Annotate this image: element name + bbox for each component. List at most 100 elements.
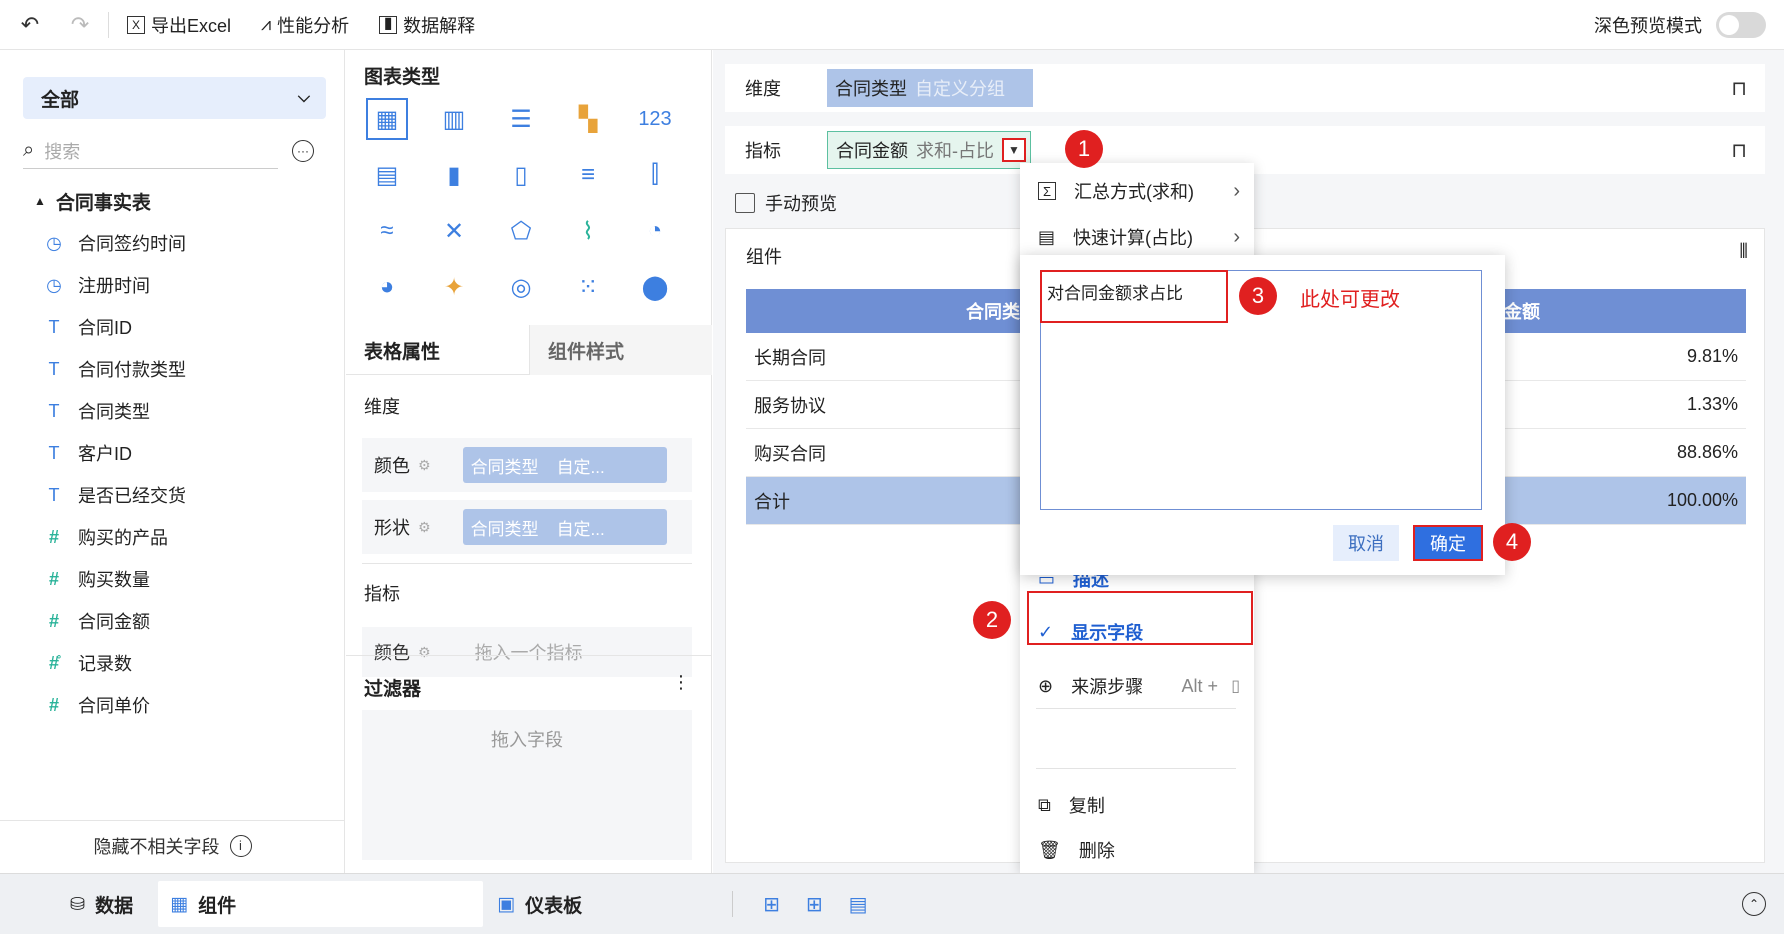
indicator-dropdown-button[interactable]: ▼ — [1002, 138, 1026, 162]
field-item[interactable]: T 合同付款类型 — [0, 348, 345, 390]
waterfall-chart-icon[interactable]: ⫿ — [634, 154, 676, 196]
perf-analysis-label: 性能分析 — [277, 15, 350, 36]
dimension-chip[interactable]: 合同类型 自定义分组 — [827, 69, 1033, 107]
tab-data[interactable]: ⛁ 数据 — [0, 881, 133, 927]
detail-table-icon[interactable]: ☰ — [500, 98, 542, 140]
confirm-button[interactable]: 确定 — [1413, 525, 1483, 561]
bar-chart-icon[interactable]: ▮ — [433, 154, 475, 196]
line-chart-icon[interactable]: ≈ — [366, 210, 408, 252]
field-item[interactable]: T 是否已经交货 — [0, 474, 345, 516]
grouped-bar-icon[interactable]: ▤ — [366, 154, 408, 196]
crosstab-chart-icon[interactable]: ▥ — [433, 98, 475, 140]
pie-chart-icon[interactable]: ◕ — [366, 266, 408, 308]
indicator-chip[interactable]: 合同金额 求和-占比 ▼ — [827, 131, 1031, 169]
table-chart-icon[interactable]: ▦ — [366, 98, 408, 140]
tab-table-props[interactable]: 表格属性 — [346, 325, 529, 375]
database-icon: ⛁ — [70, 893, 86, 914]
settings-icon[interactable]: ⚙ — [418, 644, 431, 661]
menu-delete[interactable]: 🗑 删除 — [1020, 828, 1254, 872]
hide-unrelated-fields[interactable]: 隐藏不相关字段 i — [0, 820, 345, 870]
field-item[interactable]: #̊ 记录数 — [0, 642, 345, 684]
lock-icon[interactable]: ⊓ — [1731, 138, 1747, 163]
field-item[interactable]: T 客户ID — [0, 432, 345, 474]
radar-line-icon[interactable]: ✕ — [433, 210, 475, 252]
tab-comp-style[interactable]: 组件样式 — [529, 325, 712, 375]
rose-chart-icon[interactable]: ✦ — [433, 266, 475, 308]
field-item[interactable]: # 合同金额 — [0, 600, 345, 642]
add-dashboard-icon[interactable]: ⊞ — [806, 892, 823, 917]
filter-title: 过滤器 — [364, 679, 422, 700]
field-item[interactable]: # 购买的产品 — [0, 516, 345, 558]
perf-analysis-button[interactable]: ⩘ 性能分析 — [261, 12, 349, 38]
donut-chart-icon[interactable]: ◎ — [500, 266, 542, 308]
collapse-up-icon[interactable]: ⌃ — [1742, 892, 1766, 916]
count-type-icon: #̊ — [48, 652, 59, 673]
scatter-chart-icon[interactable]: ⁙ — [567, 266, 609, 308]
field-item[interactable]: # 合同单价 — [0, 684, 345, 726]
field-scope-select[interactable]: 全部 ⌵ — [23, 77, 326, 119]
more-vertical-icon[interactable]: ⋮ — [672, 672, 690, 693]
pivot-chart-icon[interactable]: ▚ — [567, 98, 609, 140]
indicator-color-row[interactable]: 颜色 ⚙ 拖入一个指标 — [362, 627, 692, 677]
search-placeholder: 搜索 — [44, 141, 81, 162]
settings-icon[interactable]: ⚙ — [418, 519, 431, 536]
tab-component[interactable]: ▦ 组件 — [158, 881, 484, 927]
field-item[interactable]: T 合同类型 — [0, 390, 345, 432]
settings-icon[interactable]: ⚙ — [418, 457, 431, 474]
bubble-chart-icon[interactable]: ⬤ — [634, 266, 676, 308]
manual-preview-checkbox[interactable] — [735, 193, 755, 213]
field-item[interactable]: # 购买数量 — [0, 558, 345, 600]
filter-drop-zone[interactable]: 拖入字段 — [362, 710, 692, 860]
filter-divider — [346, 655, 712, 656]
redo-icon[interactable]: ↷ — [66, 11, 94, 39]
barcode-icon[interactable]: ⦀ — [1739, 241, 1748, 264]
manual-preview[interactable]: 手动预览 — [735, 190, 837, 216]
chevron-right-icon: › — [1233, 225, 1240, 248]
search-input[interactable]: ⌕ 搜索 — [23, 133, 278, 169]
export-excel-button[interactable]: X 导出Excel — [127, 12, 231, 38]
radar-chart-icon[interactable]: ⬠ — [500, 210, 542, 252]
menu-divider — [1036, 708, 1236, 709]
menu-agg[interactable]: Σ 汇总方式(求和) › — [1020, 169, 1254, 213]
properties-panel: 图表类型 ▦ ▥ ☰ ▚ 123 ▤ ▮ ▯ ≡ ⫿ ≈ ✕ ⬠ ⌇ ◔ ◕ ✦… — [346, 50, 712, 873]
cancel-button[interactable]: 取消 — [1333, 525, 1399, 561]
color-field-chip[interactable]: 合同类型 自定... — [462, 447, 667, 483]
number-type-icon: # — [48, 610, 59, 631]
menu-copy[interactable]: ⧉ 复制 — [1020, 783, 1254, 827]
table-node[interactable]: ▲ 合同事实表 — [0, 180, 345, 222]
data-explain-button[interactable]: ▮ 数据解释 — [379, 12, 475, 38]
indicator-section-label: 指标 — [364, 584, 400, 604]
color-row[interactable]: 颜色 ⚙ 合同类型 自定... — [362, 438, 692, 492]
tab-dashboard[interactable]: ▣ 仪表板 — [483, 881, 582, 927]
lock-icon[interactable]: ⊓ — [1731, 76, 1747, 101]
dimension-chip-field: 合同类型 — [835, 79, 907, 99]
column-chart-icon[interactable]: ▯ — [500, 154, 542, 196]
gauge-chart-icon[interactable]: ◔ — [634, 210, 676, 252]
shape-row[interactable]: 形状 ⚙ 合同类型 自定... — [362, 500, 692, 554]
dark-preview-toggle[interactable] — [1716, 11, 1766, 38]
more-icon[interactable]: ··· — [292, 140, 314, 162]
dimension-label: 维度 — [745, 79, 781, 99]
kpi-chart-icon[interactable]: 123 — [634, 98, 676, 140]
horizontal-bar-icon[interactable]: ≡ — [567, 154, 609, 196]
menu-quick-calc[interactable]: ▤ 快速计算(占比) › — [1020, 215, 1254, 259]
area-chart-icon[interactable]: ⌇ — [567, 210, 609, 252]
add-component-icon[interactable]: ⊞ — [763, 892, 780, 917]
menu-copy-label: 复制 — [1068, 796, 1105, 816]
shape-field-chip[interactable]: 合同类型 自定... — [462, 509, 667, 545]
undo-icon[interactable]: ↶ — [16, 11, 44, 39]
field-label: 购买的产品 — [78, 528, 168, 548]
text-type-icon: T — [48, 484, 60, 505]
annotation-badge-3: 3 — [1239, 277, 1277, 315]
number-type-icon: # — [48, 568, 59, 589]
menu-source-step[interactable]: ⊕ 来源步骤 Alt + ▯ — [1020, 664, 1254, 708]
search-row: ⌕ 搜索 ··· — [23, 130, 318, 172]
field-item[interactable]: ◷ 合同签约时间 — [0, 222, 345, 264]
field-item[interactable]: T 合同ID — [0, 306, 345, 348]
annotation-badge-2: 2 — [973, 601, 1011, 639]
field-item[interactable]: ◷ 注册时间 — [0, 264, 345, 306]
add-story-icon[interactable]: ▤ — [849, 892, 868, 917]
source-step-shortcut: Alt + — [1181, 675, 1218, 696]
total-label: 合计 — [754, 491, 790, 512]
info-icon[interactable]: i — [229, 834, 252, 857]
